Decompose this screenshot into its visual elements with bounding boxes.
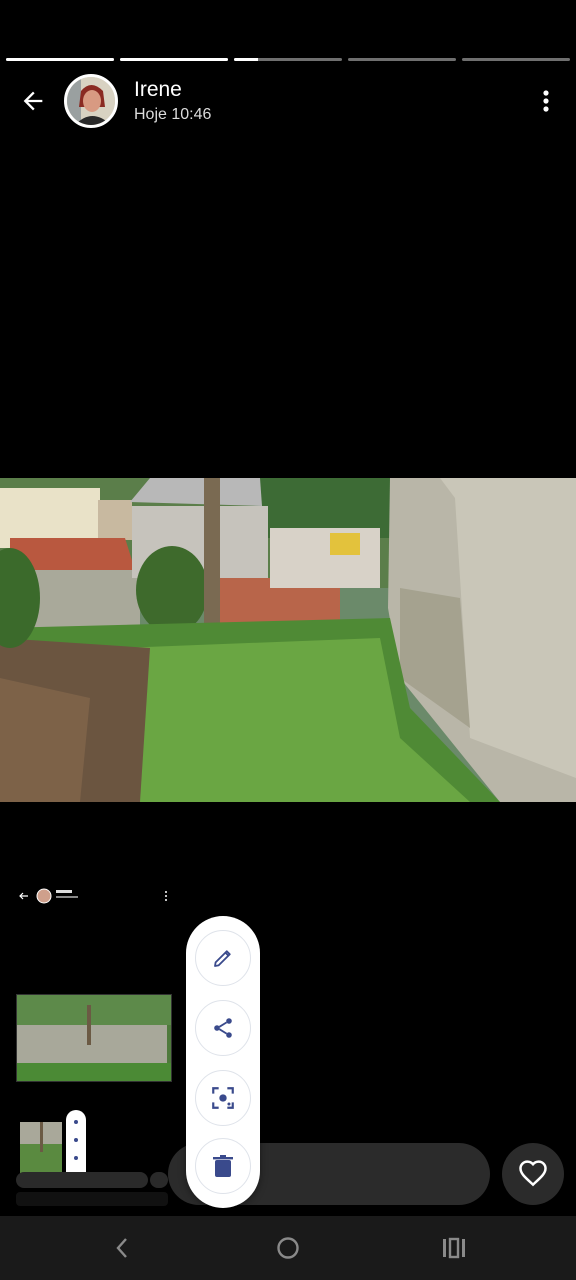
heart-icon (519, 1160, 547, 1187)
preview-header (18, 884, 168, 908)
lens-button[interactable] (195, 1070, 251, 1126)
story-timestamp: Hoje 10:46 (134, 106, 212, 123)
arrow-left-icon (23, 91, 43, 111)
more-vertical-icon (543, 90, 549, 112)
more-options-button[interactable] (532, 84, 560, 118)
share-icon (214, 1018, 232, 1038)
progress-segment-3 (234, 58, 342, 61)
story-header: Irene Hoje 10:46 (0, 72, 576, 130)
preview-heart (150, 1172, 168, 1188)
edit-button[interactable] (195, 930, 251, 986)
chevron-left-icon (116, 1238, 127, 1258)
screenshot-preview[interactable] (14, 880, 172, 1210)
progress-segment-4 (348, 58, 456, 61)
trash-icon (213, 1155, 233, 1177)
progress-segment-2 (120, 58, 228, 61)
user-name[interactable]: Irene (134, 78, 182, 102)
like-button[interactable] (502, 1143, 564, 1205)
nav-home-button[interactable] (268, 1232, 308, 1264)
nav-back-button[interactable] (102, 1232, 142, 1264)
preview-photo (16, 994, 172, 1082)
back-button[interactable] (16, 84, 50, 118)
share-button[interactable] (195, 1000, 251, 1056)
story-photo[interactable] (0, 478, 576, 802)
home-circle-icon (277, 1237, 299, 1259)
progress-segment-1 (6, 58, 114, 61)
action-menu (186, 916, 260, 1208)
nav-recents-button[interactable] (434, 1232, 474, 1264)
lens-scan-icon (212, 1087, 234, 1109)
recents-icon (443, 1237, 465, 1259)
preview-reply-bar (16, 1172, 148, 1188)
pencil-icon (214, 950, 231, 967)
system-nav-bar (0, 1216, 576, 1280)
avatar[interactable] (64, 74, 118, 128)
delete-button[interactable] (195, 1138, 251, 1194)
progress-segment-5 (462, 58, 570, 61)
preview-nav-bar (16, 1192, 168, 1206)
story-progress (6, 58, 570, 61)
